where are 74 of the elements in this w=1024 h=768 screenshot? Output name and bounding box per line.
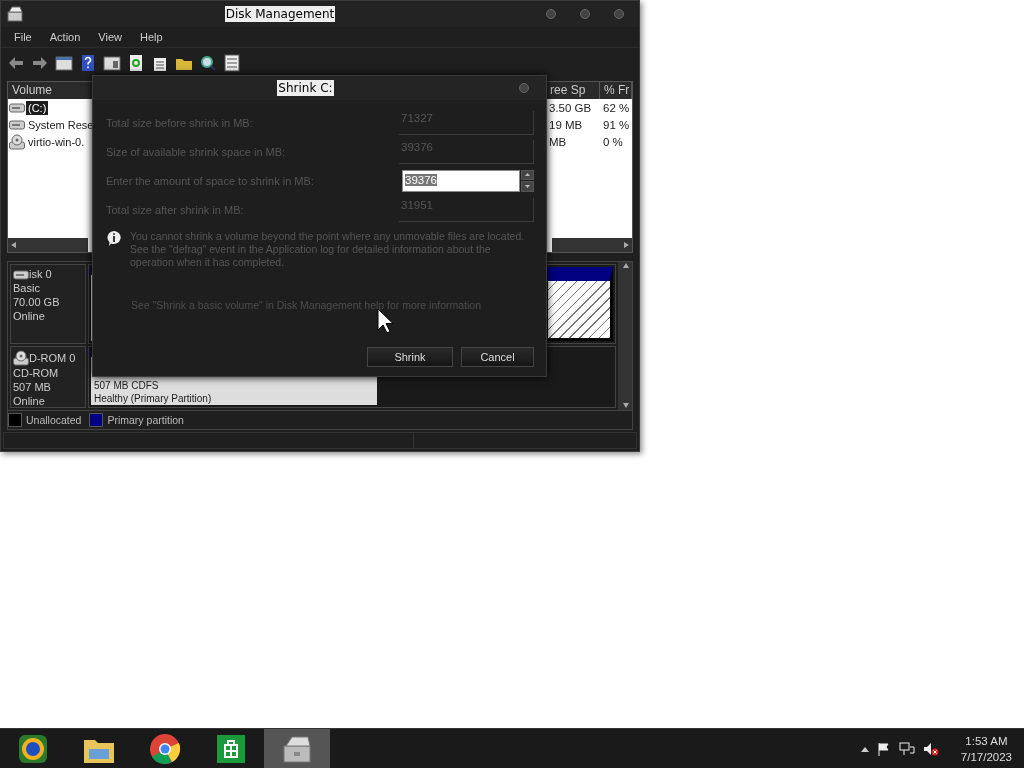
drive-name[interactable]: System Rese <box>26 117 96 132</box>
menu-item[interactable]: Help <box>132 31 170 43</box>
column-header[interactable]: % Fr <box>600 82 632 99</box>
arrow-icon[interactable] <box>10 241 17 249</box>
partition-status: Healthy (Primary Partition) <box>94 392 213 405</box>
spin-down-button[interactable] <box>521 181 534 192</box>
disk-type: Basic <box>13 282 41 295</box>
shopping-bag-icon <box>216 733 246 764</box>
browser-icon <box>149 732 181 765</box>
cd-drive-icon <box>9 133 25 150</box>
dialog-title: Shrink C: <box>277 80 334 96</box>
disk-label-panel[interactable]: isk 0 Basic 70.00 GB Online <box>10 264 86 344</box>
disk-name: D-ROM 0 <box>29 351 76 365</box>
globe-icon <box>17 732 49 765</box>
down-arrow-icon <box>525 184 530 188</box>
legend-label: Unallocated <box>26 414 82 426</box>
disk-name: isk 0 <box>29 268 52 281</box>
selected-partition[interactable] <box>545 267 613 341</box>
info-icon <box>106 230 122 247</box>
checklist-icon[interactable] <box>223 53 241 72</box>
table-cell-text: 0 % <box>602 135 624 148</box>
table-cell-text: 91 % <box>602 118 631 131</box>
arrow-icon[interactable] <box>621 402 629 410</box>
disk-type: CD-ROM <box>13 367 60 380</box>
search-icon[interactable] <box>199 53 217 72</box>
table-cell-text: 3.50 GB <box>548 101 593 114</box>
menu-item[interactable]: View <box>91 31 129 43</box>
table-cell-text: 19 MB <box>548 118 584 131</box>
network-icon[interactable] <box>898 741 915 756</box>
window-icon[interactable] <box>55 53 73 72</box>
window-title: Disk Management <box>224 6 336 22</box>
minimize-button[interactable] <box>546 9 556 19</box>
drive-name[interactable]: (C:) <box>26 100 49 115</box>
mouse-cursor-icon <box>377 308 395 334</box>
disk-status: Online <box>13 395 46 408</box>
disk-drive-icon <box>13 269 29 280</box>
app-icon <box>7 6 23 22</box>
disk-status: Online <box>13 310 46 323</box>
vertical-scrollbar[interactable] <box>618 262 632 410</box>
close-button[interactable] <box>614 9 624 19</box>
table-cell-text: MB <box>548 135 568 148</box>
shrink-button[interactable]: Shrink <box>367 347 453 367</box>
taskbar-app[interactable] <box>264 728 330 768</box>
clock-time[interactable]: 1:53 AM <box>965 732 1008 749</box>
disk-size: 70.00 GB <box>13 296 61 309</box>
arrow-icon[interactable] <box>623 241 630 249</box>
number-input[interactable]: 39376 <box>402 169 520 192</box>
cancel-button[interactable]: Cancel <box>461 347 534 367</box>
caret-icon[interactable] <box>860 745 869 752</box>
menu-item[interactable]: File <box>7 31 39 43</box>
help-icon[interactable] <box>79 53 97 72</box>
flag-icon[interactable] <box>876 741 891 756</box>
legend-label: Primary partition <box>107 414 184 426</box>
scrollbar-segment[interactable] <box>8 238 88 252</box>
disk-size: 507 MB <box>13 381 52 394</box>
spin-up-button[interactable] <box>521 169 534 180</box>
arrow-icon[interactable] <box>621 262 629 270</box>
panel-icon[interactable] <box>103 53 121 72</box>
refresh-icon[interactable] <box>127 53 145 72</box>
cd-drive-icon <box>13 350 29 366</box>
disk-label-panel[interactable]: D-ROM 0 CD-ROM 507 MB Online <box>10 346 86 408</box>
scrollbar-segment[interactable] <box>552 238 632 252</box>
disk-drive-icon <box>9 119 25 130</box>
toolbox-icon <box>281 733 313 764</box>
close-button[interactable] <box>519 83 529 93</box>
drive-name[interactable]: virtio-win-0. <box>26 134 87 149</box>
disk-drive-icon <box>9 102 25 113</box>
speaker-muted-icon[interactable] <box>922 741 939 756</box>
table-cell-text: 62 % <box>602 101 631 114</box>
maximize-button[interactable] <box>580 9 590 19</box>
menu-item[interactable]: Action <box>42 31 88 43</box>
partition-size: 507 MB CDFS <box>94 379 160 392</box>
up-arrow-icon <box>525 173 530 177</box>
clock-date[interactable]: 7/17/2023 <box>960 748 1012 765</box>
